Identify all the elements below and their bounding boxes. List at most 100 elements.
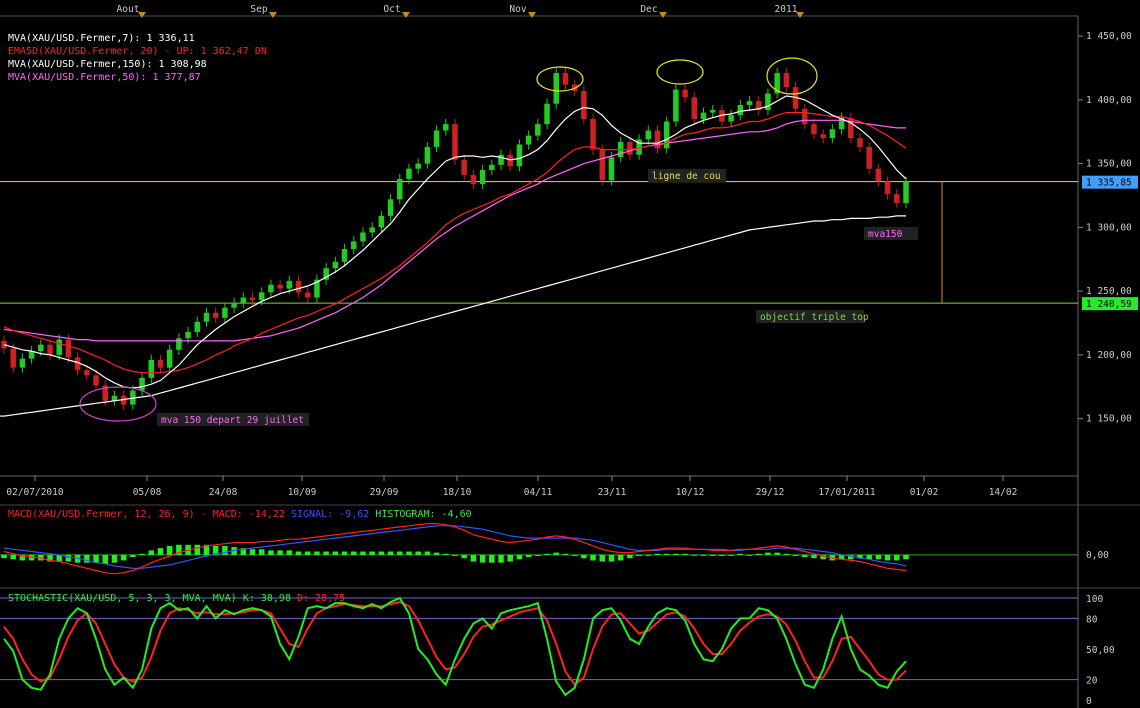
macd-histogram-bar bbox=[350, 551, 357, 555]
candle-body bbox=[65, 339, 72, 358]
candle-body bbox=[249, 297, 256, 301]
candle-body bbox=[203, 312, 210, 322]
legend-sma50: MVA(XAU/USD.Fermer,50): 1 377,87 bbox=[8, 72, 201, 83]
date-tick-label: 17/01/2011 bbox=[818, 487, 875, 498]
macd-histogram-bar bbox=[249, 549, 256, 555]
candle-body bbox=[884, 181, 891, 195]
candle-body bbox=[903, 181, 909, 204]
macd-histogram-bar bbox=[157, 548, 164, 555]
candle-body bbox=[93, 375, 99, 386]
date-tick-label: 01/02 bbox=[910, 487, 939, 498]
month-marker-icon bbox=[796, 12, 804, 18]
macd-histogram-bar bbox=[443, 553, 449, 555]
date-tick-label: 14/02 bbox=[989, 487, 1018, 498]
indicator-legend: MVA(XAU/USD.Fermer,7): 1 336,11 EMA5D(XA… bbox=[8, 32, 267, 84]
macd-histogram-bar bbox=[709, 554, 716, 556]
macd-histogram-bar bbox=[884, 554, 891, 561]
price-tick-label: 1 300,00 bbox=[1086, 222, 1132, 233]
candle-body bbox=[240, 297, 247, 303]
stochastic-tick-label: 100 bbox=[1086, 594, 1103, 605]
macd-histogram-bar bbox=[148, 550, 155, 555]
price-tick-label: 1 400,00 bbox=[1086, 95, 1132, 106]
date-tick-label: 10/09 bbox=[288, 487, 317, 498]
candle-body bbox=[185, 331, 191, 339]
macd-histogram-bar bbox=[65, 554, 72, 562]
candle-body bbox=[268, 284, 274, 293]
month-label: Nov bbox=[509, 4, 526, 15]
price-tick-label: 1 350,00 bbox=[1086, 159, 1132, 170]
macd-histogram-bar bbox=[139, 553, 145, 555]
candle-body bbox=[682, 89, 688, 98]
macd-histogram-bar bbox=[286, 550, 293, 555]
candle-body bbox=[424, 147, 431, 164]
candle-body bbox=[443, 124, 449, 131]
macd-histogram-bar bbox=[544, 553, 550, 555]
macd-signal-label: SIGNAL: -9,62 bbox=[290, 509, 370, 520]
price-tick-label: 1 200,00 bbox=[1086, 350, 1132, 361]
candle-body bbox=[590, 119, 596, 150]
candle-body bbox=[581, 90, 587, 119]
macd-histogram-bar bbox=[314, 551, 320, 555]
candle-body bbox=[811, 124, 817, 135]
candle-body bbox=[222, 307, 228, 318]
candle-body bbox=[56, 339, 62, 355]
macd-histogram-bar bbox=[617, 554, 624, 561]
candle-body bbox=[258, 292, 265, 301]
candle-body bbox=[673, 89, 679, 122]
candle-body bbox=[525, 135, 532, 145]
month-label: Oct bbox=[383, 4, 400, 15]
candle-body bbox=[470, 175, 477, 185]
macd-histogram-bar bbox=[746, 554, 753, 556]
candle-body bbox=[544, 103, 550, 125]
macd-label: MACD(XAU/USD.Fermer, 12, 26, 9) - MACD: … bbox=[8, 509, 285, 520]
macd-histogram-bar bbox=[424, 551, 431, 555]
price-tick-label: 1 150,00 bbox=[1086, 414, 1132, 425]
stochastic-legend: STOCHASTIC(XAU/USD, 5, 3, 3, MVA, MVA) K… bbox=[8, 592, 345, 605]
month-label: Aout bbox=[117, 4, 140, 15]
macd-histogram-bar bbox=[369, 551, 375, 555]
stochastic-k-label: K: 38,98 bbox=[242, 593, 291, 604]
macd-histogram-bar bbox=[553, 552, 560, 555]
macd-histogram-bar bbox=[525, 554, 532, 558]
date-tick-label: 24/08 bbox=[209, 487, 238, 498]
macd-histogram-bar bbox=[1, 554, 7, 559]
month-marker-icon bbox=[659, 12, 667, 18]
date-tick-label: 05/08 bbox=[133, 487, 162, 498]
candle-body bbox=[295, 280, 302, 293]
macd-histogram-bar bbox=[691, 554, 698, 556]
mva150-start-label: mva 150 depart 29 juillet bbox=[161, 415, 304, 426]
candle-body bbox=[84, 370, 90, 376]
candle-body bbox=[875, 168, 882, 182]
candle-body bbox=[19, 358, 26, 368]
candle-body bbox=[498, 154, 504, 165]
macd-histogram-bar bbox=[599, 554, 606, 562]
target-label: objectif triple top bbox=[760, 312, 869, 323]
macd-histogram-bar bbox=[590, 554, 596, 561]
candle-body bbox=[378, 215, 385, 228]
candle-body bbox=[516, 144, 523, 167]
candle-body bbox=[691, 97, 698, 119]
date-tick-label: 18/10 bbox=[443, 487, 472, 498]
macd-histogram-bar bbox=[479, 554, 486, 563]
macd-histogram-bar bbox=[811, 554, 817, 559]
candle-body bbox=[286, 280, 293, 289]
macd-histogram-bar bbox=[581, 554, 587, 559]
candle-body bbox=[857, 138, 863, 148]
macd-histogram-bar bbox=[801, 554, 808, 558]
macd-histogram-bar bbox=[663, 553, 670, 555]
macd-histogram-bar bbox=[415, 551, 421, 555]
macd-histogram-bar bbox=[452, 554, 458, 556]
stochastic-d-line bbox=[3, 601, 907, 687]
macd-histogram-bar bbox=[673, 553, 679, 555]
candle-body bbox=[332, 261, 339, 269]
candle-body bbox=[507, 154, 513, 167]
macd-histogram-bar bbox=[645, 554, 652, 556]
macd-histogram-bar bbox=[728, 554, 734, 556]
candle-body bbox=[746, 101, 753, 105]
macd-histogram-bar bbox=[194, 544, 201, 555]
candle-body bbox=[277, 284, 283, 289]
macd-histogram-bar bbox=[792, 554, 799, 556]
candle-body bbox=[38, 344, 44, 352]
candle-body bbox=[157, 359, 164, 368]
price-tick-label: 1 250,00 bbox=[1086, 286, 1132, 297]
